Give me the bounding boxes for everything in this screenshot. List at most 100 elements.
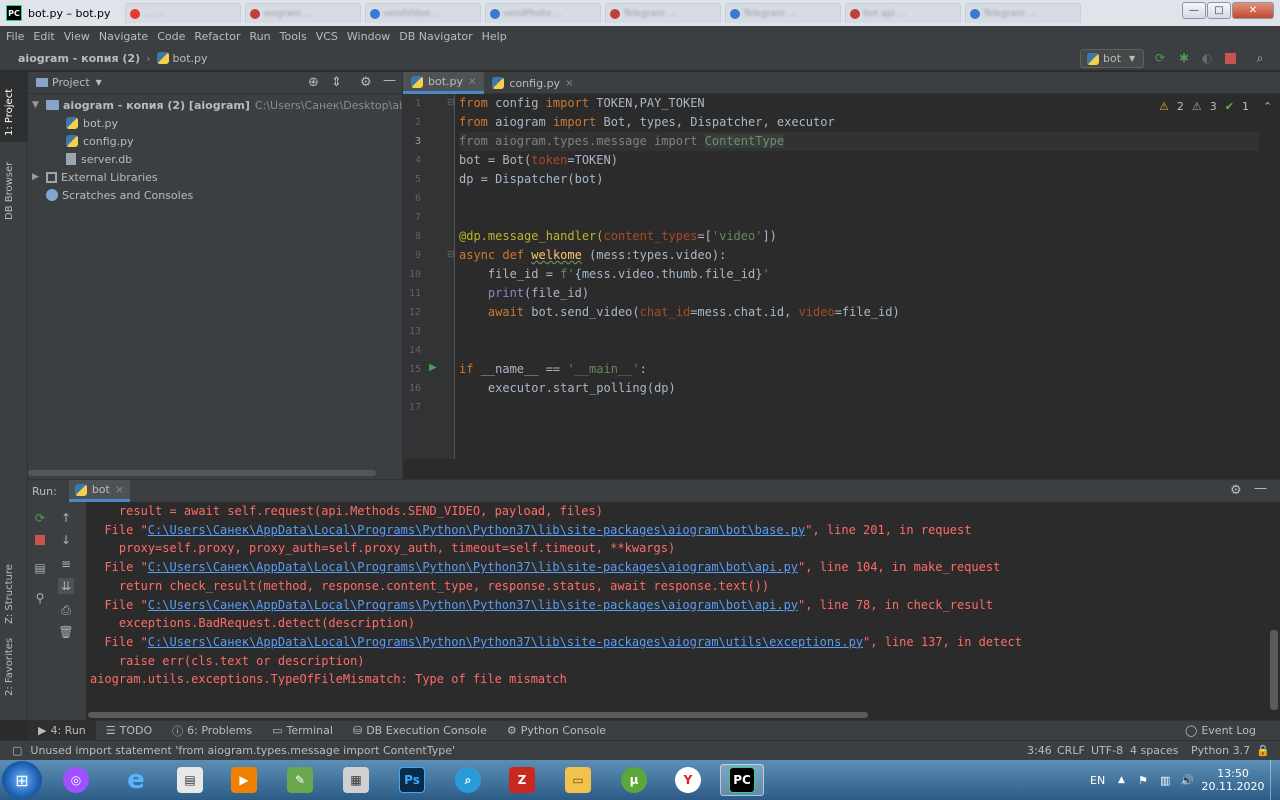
- menu-vcs[interactable]: VCS: [316, 30, 338, 43]
- close-tab-icon[interactable]: ×: [468, 76, 476, 87]
- caret-position[interactable]: 3:46: [1027, 744, 1052, 757]
- network-icon[interactable]: ▥: [1160, 760, 1170, 800]
- stop-icon[interactable]: [1222, 50, 1238, 66]
- lock-icon[interactable]: 🔒: [1256, 744, 1270, 757]
- browser-tab[interactable]: Telegram ...: [724, 3, 841, 23]
- run-configuration-select[interactable]: bot ▼: [1080, 49, 1144, 68]
- clock[interactable]: 13:50 20.11.2020: [1202, 760, 1265, 800]
- tree-file[interactable]: server.db: [66, 150, 132, 168]
- taskbar-alice[interactable]: ◎: [54, 764, 98, 796]
- status-message[interactable]: Unused import statement 'from aiogram.ty…: [30, 744, 455, 757]
- browser-tab[interactable]: sendVideo ...: [364, 3, 481, 23]
- status-toggle-icon[interactable]: ▢: [12, 744, 22, 757]
- coverage-icon[interactable]: ◐: [1199, 50, 1215, 66]
- start-button[interactable]: ⊞: [2, 761, 42, 799]
- action-center-icon[interactable]: ⚑: [1138, 760, 1148, 800]
- close-tab-icon[interactable]: ×: [565, 78, 573, 89]
- taskbar-calculator[interactable]: ▦: [334, 764, 378, 796]
- taskbar-utorrent[interactable]: µ: [612, 764, 656, 796]
- tab-config-py[interactable]: config.py ×: [484, 72, 581, 94]
- tab-bot-py[interactable]: bot.py ×: [403, 72, 485, 94]
- menu-run[interactable]: Run: [250, 30, 271, 43]
- breadcrumb-file[interactable]: bot.py: [156, 52, 208, 65]
- tree-scratches[interactable]: Scratches and Consoles: [46, 186, 193, 204]
- browser-tab[interactable]: Telegram ...: [964, 3, 1081, 23]
- file-encoding[interactable]: UTF-8: [1091, 744, 1123, 757]
- tree-external-libraries[interactable]: ▶ External Libraries: [32, 168, 158, 186]
- soft-wrap-icon[interactable]: ≡: [58, 556, 74, 572]
- locate-icon[interactable]: ⊕: [308, 75, 319, 90]
- menu-file[interactable]: File: [6, 30, 24, 43]
- console-output[interactable]: result = await self.request(api.Methods.…: [86, 502, 1266, 702]
- python-interpreter[interactable]: Python 3.7: [1191, 744, 1250, 757]
- browser-tab[interactable]: sendPhoto ...: [484, 3, 601, 23]
- taskbar-ie[interactable]: e: [114, 764, 158, 796]
- traceback-link[interactable]: C:\Users\Санек\AppData\Local\Programs\Py…: [148, 598, 798, 612]
- breadcrumb-project[interactable]: aiogram - копия (2): [18, 52, 140, 65]
- stop-icon[interactable]: [32, 532, 48, 548]
- traceback-link[interactable]: C:\Users\Санек\AppData\Local\Programs\Py…: [148, 635, 863, 649]
- arrow-down-icon[interactable]: ↓: [58, 532, 74, 548]
- tree-file[interactable]: config.py: [66, 132, 134, 150]
- taskbar-filezilla[interactable]: Z: [500, 764, 544, 796]
- gear-icon[interactable]: ⚙: [1230, 483, 1242, 498]
- event-log-button[interactable]: ◯ Event Log: [1175, 721, 1266, 741]
- line-separator[interactable]: CRLF: [1057, 744, 1085, 757]
- menu-tools[interactable]: Tools: [280, 30, 307, 43]
- menu-window[interactable]: Window: [347, 30, 390, 43]
- menu-refactor[interactable]: Refactor: [194, 30, 240, 43]
- rerun-icon[interactable]: ⟳: [1152, 50, 1168, 66]
- tool-tab-db-console[interactable]: ⛁ DB Execution Console: [343, 721, 497, 741]
- taskbar-notes[interactable]: ✎: [278, 764, 322, 796]
- browser-tab[interactable]: Telegram ...: [604, 3, 721, 23]
- browser-tab[interactable]: aiogram ...: [244, 3, 361, 23]
- hide-icon[interactable]: —: [1254, 481, 1267, 496]
- tool-tab-run[interactable]: ▶ 4: Run: [28, 720, 96, 741]
- tree-file[interactable]: bot.py: [66, 114, 118, 132]
- browser-tab[interactable]: ... ...: [124, 3, 241, 23]
- show-hidden-icons[interactable]: ▲: [1118, 760, 1125, 800]
- console-vertical-scrollbar[interactable]: [1270, 630, 1278, 710]
- debug-icon[interactable]: ✱: [1176, 50, 1192, 66]
- close-button[interactable]: ✕: [1232, 2, 1274, 19]
- tool-tab-terminal[interactable]: ▭ Terminal: [262, 721, 343, 741]
- search-everywhere-icon[interactable]: ⌕: [1252, 50, 1268, 66]
- trash-icon[interactable]: 🗑: [58, 624, 74, 640]
- chevron-up-icon[interactable]: ⌃: [1263, 100, 1272, 113]
- scroll-to-end-icon[interactable]: ⇊: [58, 578, 74, 594]
- db-browser-tool-tab[interactable]: DB Browser: [4, 162, 15, 220]
- show-desktop-button[interactable]: [1270, 760, 1280, 800]
- taskbar-explorer-window[interactable]: ▤: [168, 764, 212, 796]
- inspection-widget[interactable]: ⚠2 ⚠3 ✔1 ⌃ ⌄: [1159, 100, 1280, 113]
- menu-navigate[interactable]: Navigate: [99, 30, 148, 43]
- volume-icon[interactable]: 🔊: [1180, 760, 1194, 800]
- pin-icon[interactable]: ⚲: [32, 590, 48, 606]
- taskbar-pycharm[interactable]: PC: [720, 764, 764, 796]
- console-horizontal-scrollbar[interactable]: [88, 712, 868, 718]
- taskbar-photoshop[interactable]: Ps: [390, 764, 434, 796]
- collapse-icon[interactable]: ⇕: [331, 75, 342, 90]
- hide-icon[interactable]: —: [383, 73, 396, 88]
- run-gutter-icon[interactable]: ▶: [429, 362, 437, 373]
- run-tab-bot[interactable]: bot ×: [68, 480, 131, 502]
- taskbar-file-explorer[interactable]: ▭: [556, 764, 600, 796]
- fold-icon[interactable]: ⊟: [447, 250, 455, 260]
- maximize-button[interactable]: □: [1207, 2, 1231, 19]
- gear-icon[interactable]: ⚙: [360, 75, 372, 90]
- menu-edit[interactable]: Edit: [33, 30, 54, 43]
- project-horizontal-scrollbar[interactable]: [28, 470, 376, 476]
- close-tab-icon[interactable]: ×: [115, 483, 124, 496]
- tool-tab-python-console[interactable]: ⚙ Python Console: [497, 721, 616, 741]
- print-icon[interactable]: ⎙: [58, 602, 74, 618]
- taskbar-media[interactable]: ▶: [222, 764, 266, 796]
- layout-icon[interactable]: ▤: [32, 560, 48, 576]
- tool-tab-todo[interactable]: ☰ TODO: [96, 721, 162, 741]
- minimize-button[interactable]: —: [1182, 2, 1206, 19]
- menu-help[interactable]: Help: [482, 30, 507, 43]
- project-view-select[interactable]: Project: [52, 76, 90, 89]
- structure-tool-tab[interactable]: Z: Structure: [4, 564, 15, 624]
- taskbar-yandex-browser[interactable]: Y: [666, 764, 710, 796]
- arrow-up-icon[interactable]: ↑: [58, 510, 74, 526]
- project-tool-tab[interactable]: 1: Project: [4, 89, 15, 136]
- menu-view[interactable]: View: [64, 30, 90, 43]
